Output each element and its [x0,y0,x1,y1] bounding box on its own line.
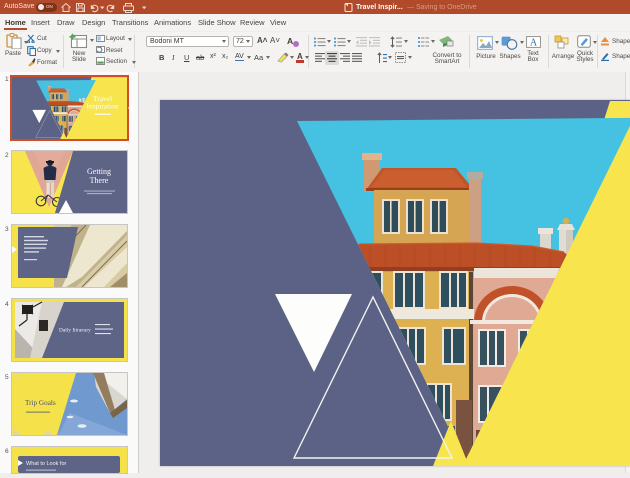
svg-text:Inspiration: Inspiration [87,103,120,111]
svg-text:Daily Itinerary: Daily Itinerary [59,328,91,334]
svg-text:There: There [90,176,109,185]
svg-text:What to Look for: What to Look for [26,461,67,467]
svg-text:Getting: Getting [87,167,111,176]
svg-text:A: A [530,38,538,49]
svg-text:Travel: Travel [93,95,112,103]
svg-text:Trip Goals: Trip Goals [25,399,56,407]
